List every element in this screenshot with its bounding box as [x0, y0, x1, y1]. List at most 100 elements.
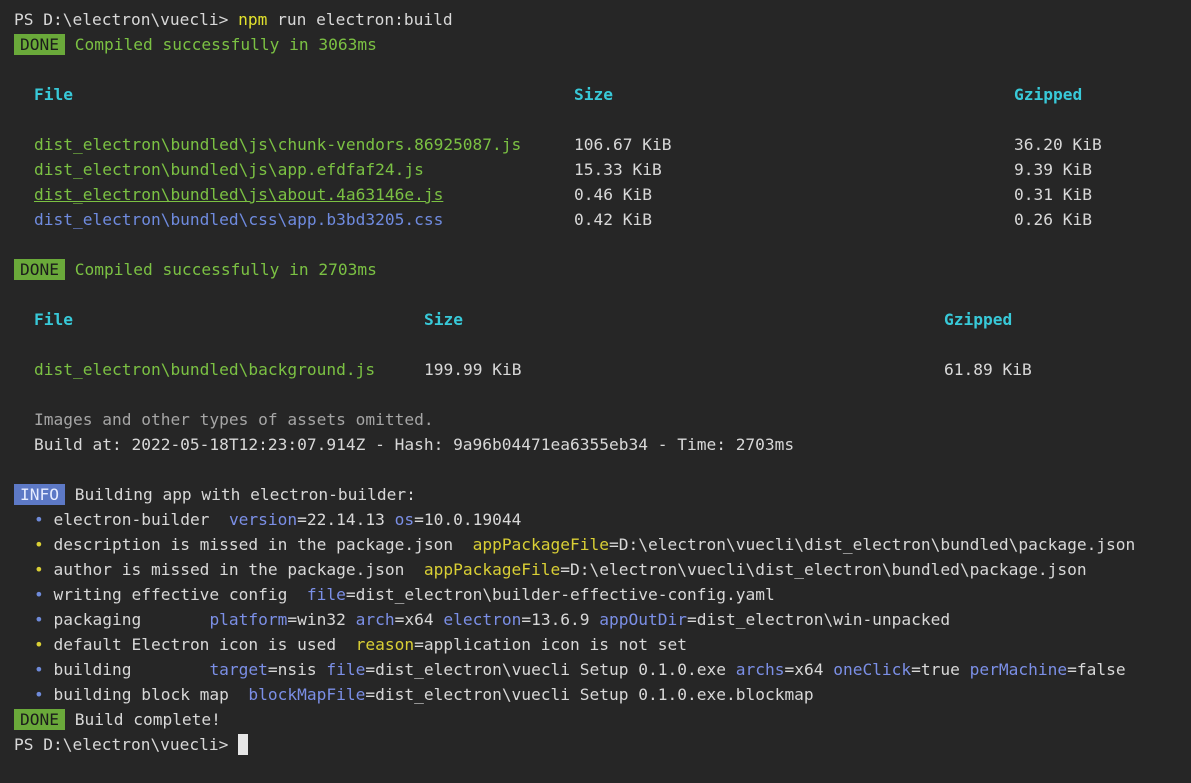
file-size: 199.99 KiB: [424, 360, 522, 379]
header-file: File: [34, 85, 73, 104]
log-value: =dist_electron\win-unpacked: [687, 610, 951, 629]
table-row: dist_electron\bundled\js\chunk-vendors.8…: [34, 132, 1154, 157]
builder-log-item: • default Electron icon is used reason=a…: [34, 632, 687, 657]
file-size: 0.42 KiB: [574, 210, 652, 229]
bullet-icon: •: [34, 510, 44, 529]
file-gzipped: 0.26 KiB: [1014, 210, 1092, 229]
log-value: =true: [911, 660, 970, 679]
table-header: File Size Gzipped: [34, 82, 1154, 107]
table-header: File Size Gzipped: [34, 307, 1134, 332]
file-size: 15.33 KiB: [574, 160, 662, 179]
builder-log-item: • writing effective config file=dist_ele…: [34, 582, 775, 607]
done-badge: DONE: [14, 709, 65, 730]
builder-log-item: • author is missed in the package.json a…: [34, 557, 1087, 582]
header-size: Size: [424, 310, 463, 329]
log-label: building: [53, 660, 210, 679]
bullet-icon: •: [34, 635, 44, 654]
prompt-path: PS D:\electron\vuecli>: [14, 10, 229, 29]
file-path[interactable]: dist_electron\bundled\css\app.b3bd3205.c…: [34, 207, 443, 232]
log-label: packaging: [53, 610, 210, 629]
log-value: =dist_electron\builder-effective-config.…: [345, 585, 775, 604]
log-key: blockMapFile: [248, 685, 366, 704]
log-key: appOutDir: [599, 610, 688, 629]
done-badge: DONE: [14, 259, 65, 280]
table-row: dist_electron\bundled\js\app.efdfaf24.js…: [34, 157, 1154, 182]
builder-log-item: • building block map blockMapFile=dist_e…: [34, 682, 814, 707]
log-value: =D:\electron\vuecli\dist_electron\bundle…: [560, 560, 1087, 579]
log-value: =22.14.13: [297, 510, 395, 529]
file-path-link[interactable]: dist_electron\bundled\js\about.4a63146e.…: [34, 182, 443, 207]
log-key: oneClick: [833, 660, 912, 679]
file-path[interactable]: dist_electron\bundled\js\chunk-vendors.8…: [34, 132, 521, 157]
done-line: DONE Compiled successfully in 2703ms: [14, 257, 377, 282]
log-key: reason: [355, 635, 415, 654]
table-row: dist_electron\bundled\css\app.b3bd3205.c…: [34, 207, 1154, 232]
table-row: dist_electron\bundled\background.js 199.…: [34, 357, 1134, 382]
bullet-icon: •: [34, 610, 44, 629]
log-value: =x64: [394, 610, 444, 629]
file-path[interactable]: dist_electron\bundled\js\app.efdfaf24.js: [34, 157, 424, 182]
log-key: electron: [443, 610, 522, 629]
done-line: DONE Build complete!: [14, 707, 221, 732]
header-gzipped: Gzipped: [1014, 85, 1083, 104]
file-gzipped: 0.31 KiB: [1014, 185, 1092, 204]
log-value: =nsis: [267, 660, 327, 679]
log-key: archs: [735, 660, 785, 679]
build-complete-message: Build complete!: [74, 710, 221, 729]
command-npm: npm: [238, 10, 268, 29]
log-key: arch: [355, 610, 395, 629]
file-path[interactable]: dist_electron\bundled\background.js: [34, 357, 375, 382]
prompt-path: PS D:\electron\vuecli>: [14, 735, 229, 754]
log-value: =13.6.9: [521, 610, 600, 629]
log-value: =false: [1067, 660, 1126, 679]
log-key: platform: [209, 610, 288, 629]
info-badge: INFO: [14, 484, 65, 505]
builder-log-item: • packaging platform=win32 arch=x64 elec…: [34, 607, 950, 632]
bullet-icon: •: [34, 535, 44, 554]
file-size: 0.46 KiB: [574, 185, 652, 204]
command-args: run electron:build: [277, 10, 453, 29]
file-size: 106.67 KiB: [574, 135, 672, 154]
log-label: writing effective config: [53, 585, 307, 604]
log-value: =dist_electron\vuecli Setup 0.1.0.exe.bl…: [365, 685, 814, 704]
assets-omitted-note: Images and other types of assets omitted…: [34, 410, 434, 429]
log-key: file: [306, 585, 346, 604]
table-row: dist_electron\bundled\js\about.4a63146e.…: [34, 182, 1154, 207]
header-file: File: [34, 310, 73, 329]
file-gzipped: 61.89 KiB: [944, 360, 1032, 379]
log-value: =win32: [287, 610, 356, 629]
done-badge: DONE: [14, 34, 65, 55]
builder-log-item: • building target=nsis file=dist_electro…: [34, 657, 1126, 682]
log-value: =application icon is not set: [414, 635, 687, 654]
prompt-line[interactable]: PS D:\electron\vuecli>: [14, 732, 249, 757]
log-key: file: [326, 660, 366, 679]
build-summary: Build at: 2022-05-18T12:23:07.914Z - Has…: [34, 435, 795, 454]
log-value: =D:\electron\vuecli\dist_electron\bundle…: [609, 535, 1136, 554]
log-value: =dist_electron\vuecli Setup 0.1.0.exe: [365, 660, 736, 679]
compiled-message: Compiled successfully in 2703ms: [74, 260, 377, 279]
info-line: INFO Building app with electron-builder:: [14, 482, 416, 507]
log-label: default Electron icon is used: [53, 635, 356, 654]
file-gzipped: 9.39 KiB: [1014, 160, 1092, 179]
prompt-line: PS D:\electron\vuecli> npm run electron:…: [14, 7, 453, 32]
log-label: description is missed in the package.jso…: [53, 535, 473, 554]
info-message: Building app with electron-builder:: [74, 485, 416, 504]
terminal-window[interactable]: PS D:\electron\vuecli> npm run electron:…: [0, 0, 1191, 783]
builder-log-item: • description is missed in the package.j…: [34, 532, 1135, 557]
log-key: appPackageFile: [423, 560, 561, 579]
bullet-icon: •: [34, 685, 44, 704]
header-size: Size: [574, 85, 613, 104]
log-label: building block map: [53, 685, 249, 704]
done-line: DONE Compiled successfully in 3063ms: [14, 32, 377, 57]
log-value: =10.0.19044: [414, 510, 522, 529]
log-key: os: [394, 510, 415, 529]
header-gzipped: Gzipped: [944, 310, 1013, 329]
log-label: electron-builder: [53, 510, 229, 529]
compiled-message: Compiled successfully in 3063ms: [74, 35, 377, 54]
log-key: perMachine: [969, 660, 1068, 679]
log-key: version: [228, 510, 298, 529]
log-label: author is missed in the package.json: [53, 560, 424, 579]
bullet-icon: •: [34, 585, 44, 604]
builder-log-item: • electron-builder version=22.14.13 os=1…: [34, 507, 521, 532]
text-cursor: [238, 734, 249, 755]
